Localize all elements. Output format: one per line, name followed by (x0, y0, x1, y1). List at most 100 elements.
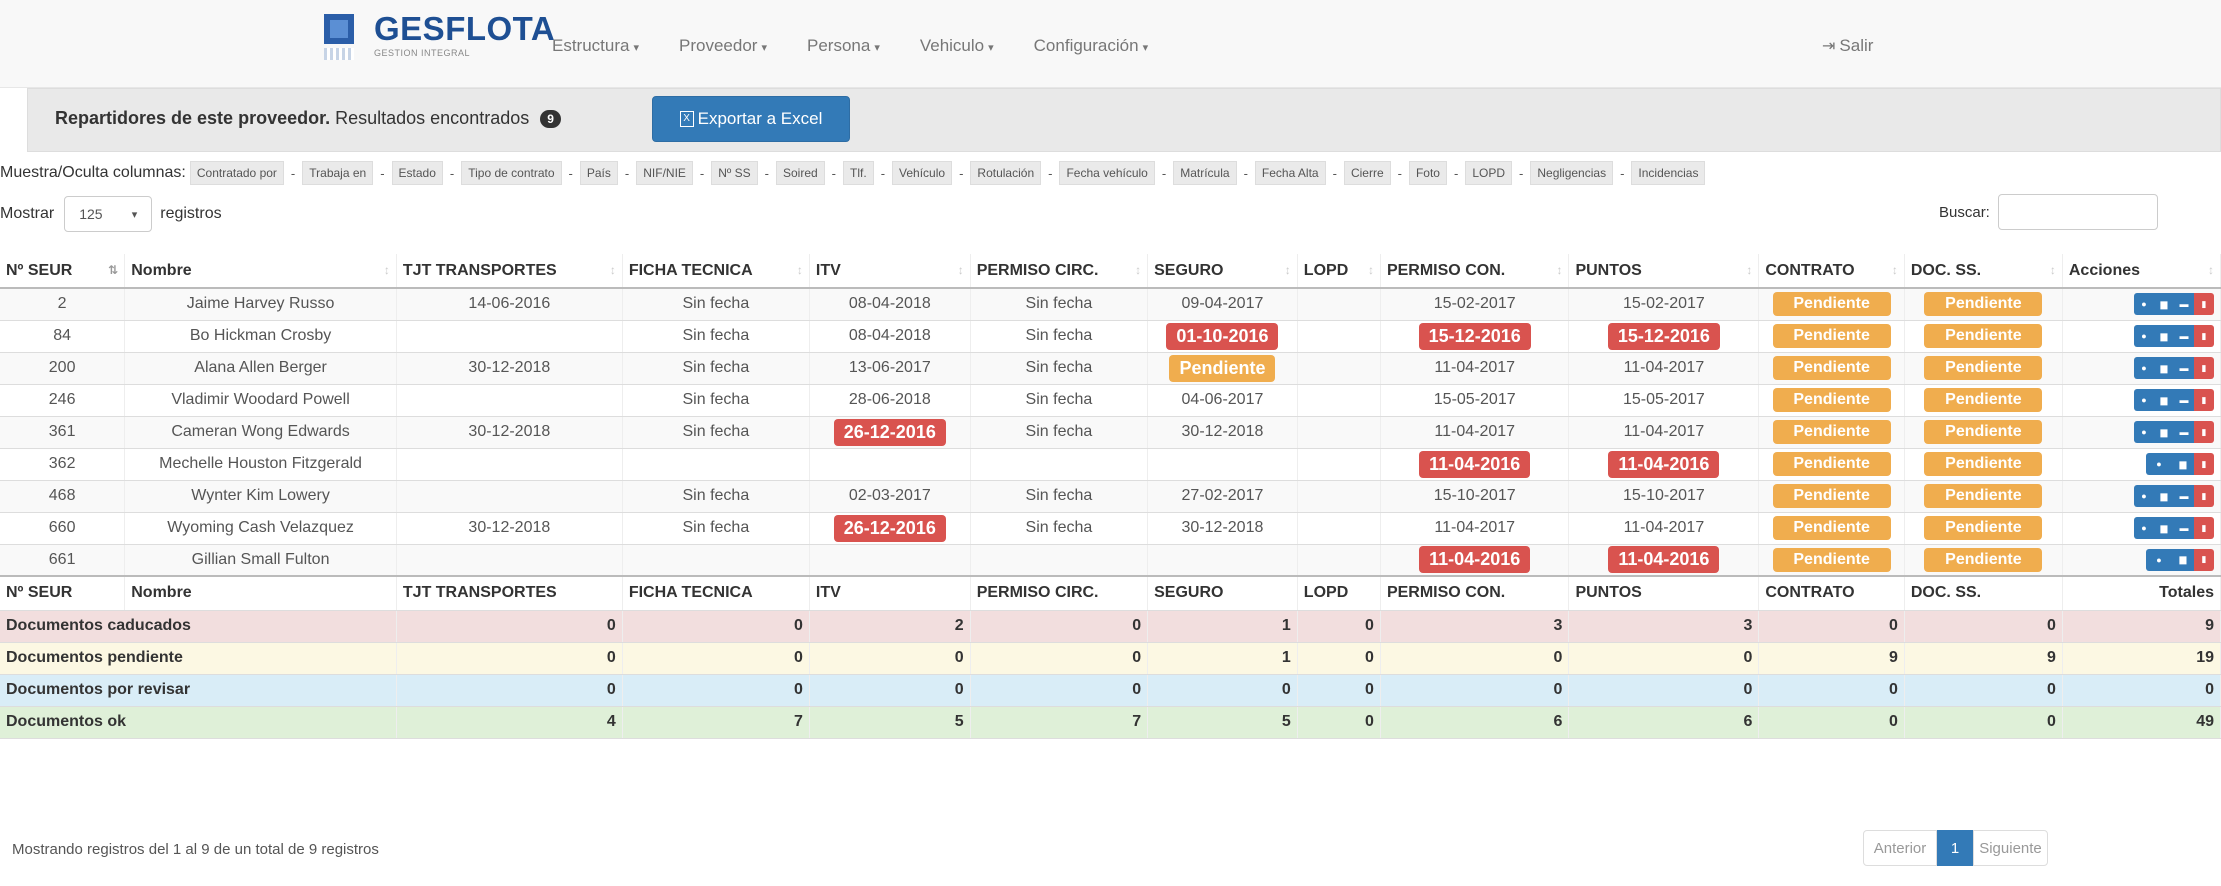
view-button[interactable]: ● (2134, 293, 2154, 316)
chart-button[interactable]: ▆ (2154, 517, 2174, 539)
delete-button[interactable]: ▮ (2194, 325, 2214, 347)
ficha-cell: Sin fecha (622, 320, 810, 353)
nav-configuracion[interactable]: Configuración ▾ (1034, 36, 1148, 56)
pager-previous[interactable]: Anterior (1863, 830, 1937, 866)
chart-button[interactable]: ▆ (2154, 421, 2174, 443)
brand-logo[interactable]: GESFLOTA GESTION INTEGRAL (324, 12, 555, 68)
delete-button[interactable]: ▮ (2194, 357, 2214, 379)
summary-value: 0 (2062, 674, 2221, 707)
card-button[interactable]: ▬ (2174, 485, 2194, 507)
caret-down-icon: ▾ (988, 42, 994, 54)
logout-link[interactable]: ⇥ Salir (1822, 36, 1873, 56)
column-header[interactable]: Nombre ↕ (124, 254, 397, 289)
view-button[interactable]: ● (2134, 389, 2154, 411)
toggle-column-button[interactable]: País (579, 161, 618, 185)
chart-button[interactable]: ▆ (2172, 548, 2194, 571)
column-header[interactable]: Nº SEUR ⇅ (0, 254, 126, 289)
permiso-circ-cell: Sin fecha (970, 480, 1149, 513)
column-header[interactable]: DOC. SS. ↕ (1904, 254, 2063, 289)
actions-cell: ● ▆ ▬ ▮ (2062, 320, 2221, 353)
toggle-column-button[interactable]: LOPD (1465, 161, 1513, 185)
view-button[interactable]: ● (2146, 453, 2172, 475)
date-value: 04-06-2017 (1181, 391, 1264, 408)
view-button[interactable]: ● (2134, 517, 2154, 539)
actions-group: ● ▆ ▬ ▮ (2069, 325, 2214, 347)
chart-button[interactable]: ▆ (2172, 453, 2194, 475)
ficha-cell: Sin fecha (622, 352, 810, 385)
column-header[interactable]: SEGURO ↕ (1147, 254, 1298, 289)
toggle-column-button[interactable]: NIF/NIE (636, 161, 693, 185)
delete-button[interactable]: ▮ (2194, 517, 2214, 539)
card-button[interactable]: ▬ (2174, 421, 2194, 443)
chart-button[interactable]: ▆ (2154, 293, 2174, 316)
toggle-column-button[interactable]: Matrícula (1173, 161, 1237, 185)
toggle-column-button[interactable]: Negligencias (1530, 161, 1614, 185)
permiso-circ-cell: Sin fecha (970, 416, 1149, 449)
column-header[interactable]: CONTRATO ↕ (1758, 254, 1905, 289)
delete-button[interactable]: ▮ (2194, 485, 2214, 507)
toggle-column-button[interactable]: Contratado por (189, 161, 284, 185)
toggle-column-button[interactable]: Incidencias (1631, 161, 1706, 185)
toggle-column-button[interactable]: Tipo de contrato (461, 161, 562, 185)
toggle-column-button[interactable]: Estado (391, 161, 443, 185)
toggle-column-button[interactable]: Rotulación (970, 161, 1042, 185)
export-excel-button[interactable]: X Exportar a Excel (652, 96, 850, 142)
column-header[interactable]: PERMISO CON. ↕ (1380, 254, 1570, 289)
chart-button[interactable]: ▆ (2154, 357, 2174, 379)
delete-button[interactable]: ▮ (2194, 453, 2214, 475)
toggle-column-button[interactable]: Tlf. (843, 161, 874, 185)
page-length-select[interactable]: 125 ▾ (64, 196, 153, 232)
card-button[interactable]: ▬ (2174, 389, 2194, 411)
lopd-cell (1297, 544, 1381, 577)
toggle-column-button[interactable]: Nº SS (711, 161, 758, 185)
action-buttons: ● ▆ ▮ (2146, 548, 2214, 571)
view-button[interactable]: ● (2134, 421, 2154, 443)
card-button[interactable]: ▬ (2174, 325, 2194, 347)
card-button[interactable]: ▬ (2174, 517, 2194, 539)
search-input[interactable] (1997, 194, 2158, 230)
toggle-column-button[interactable]: Soired (775, 161, 825, 185)
summary-value: 0 (1147, 674, 1298, 707)
card-button[interactable]: ▬ (2174, 357, 2194, 379)
column-header[interactable]: FICHA TECNICA ↕ (622, 254, 810, 289)
toggle-column-button[interactable]: Trabaja en (302, 161, 374, 185)
card-button[interactable]: ▬ (2174, 293, 2194, 316)
nav-vehiculo[interactable]: Vehiculo ▾ (920, 36, 994, 56)
delete-button[interactable]: ▮ (2194, 421, 2214, 443)
summary-value: 0 (1568, 674, 1760, 707)
column-header[interactable]: PUNTOS ↕ (1568, 254, 1760, 289)
nav-estructura[interactable]: Estructura ▾ (552, 36, 639, 56)
column-header[interactable]: PERMISO CIRC. ↕ (970, 254, 1149, 289)
summary-row: Documentos por revisar 0 0 0 0 0 0 0 0 0 0 0 (0, 674, 2221, 707)
summary-value: 0 (970, 674, 1149, 707)
toggle-column-button[interactable]: Foto (1408, 161, 1447, 185)
delete-button[interactable]: ▮ (2194, 293, 2214, 316)
nav-persona[interactable]: Persona ▾ (807, 36, 880, 56)
toggle-column-button[interactable]: Vehículo (892, 161, 953, 185)
view-button[interactable]: ● (2134, 485, 2154, 507)
toggle-column-button[interactable]: Fecha vehículo (1059, 161, 1155, 185)
toggle-column-button[interactable]: Cierre (1343, 161, 1391, 185)
column-header[interactable]: ITV ↕ (809, 254, 971, 289)
pager-page-1[interactable]: 1 (1937, 830, 1973, 866)
toggle-column-button[interactable]: Fecha Alta (1254, 161, 1326, 185)
view-button[interactable]: ● (2134, 357, 2154, 379)
pager-next[interactable]: Siguiente (1973, 830, 2048, 866)
delete-button[interactable]: ▮ (2194, 548, 2214, 571)
view-button[interactable]: ● (2146, 548, 2172, 571)
view-button[interactable]: ● (2134, 325, 2154, 347)
chart-button[interactable]: ▆ (2154, 485, 2174, 507)
column-header[interactable]: LOPD ↕ (1297, 254, 1381, 289)
chart-button[interactable]: ▆ (2154, 325, 2174, 347)
column-header[interactable]: Acciones ↕ (2062, 254, 2221, 289)
delete-button[interactable]: ▮ (2194, 389, 2214, 411)
nav-proveedor[interactable]: Proveedor ▾ (679, 36, 767, 56)
tjt-cell: 14-06-2016 (396, 288, 623, 321)
chart-button[interactable]: ▆ (2154, 389, 2174, 411)
summary-value: 3 (1568, 610, 1760, 643)
summary-value: 7 (970, 706, 1149, 739)
column-header[interactable]: TJT TRANSPORTES ↕ (396, 254, 623, 289)
seguro-cell: 30-12-2018 (1147, 416, 1298, 449)
name-cell: Gillian Small Fulton (124, 544, 397, 577)
delete-icon: ▮ (2201, 394, 2207, 405)
